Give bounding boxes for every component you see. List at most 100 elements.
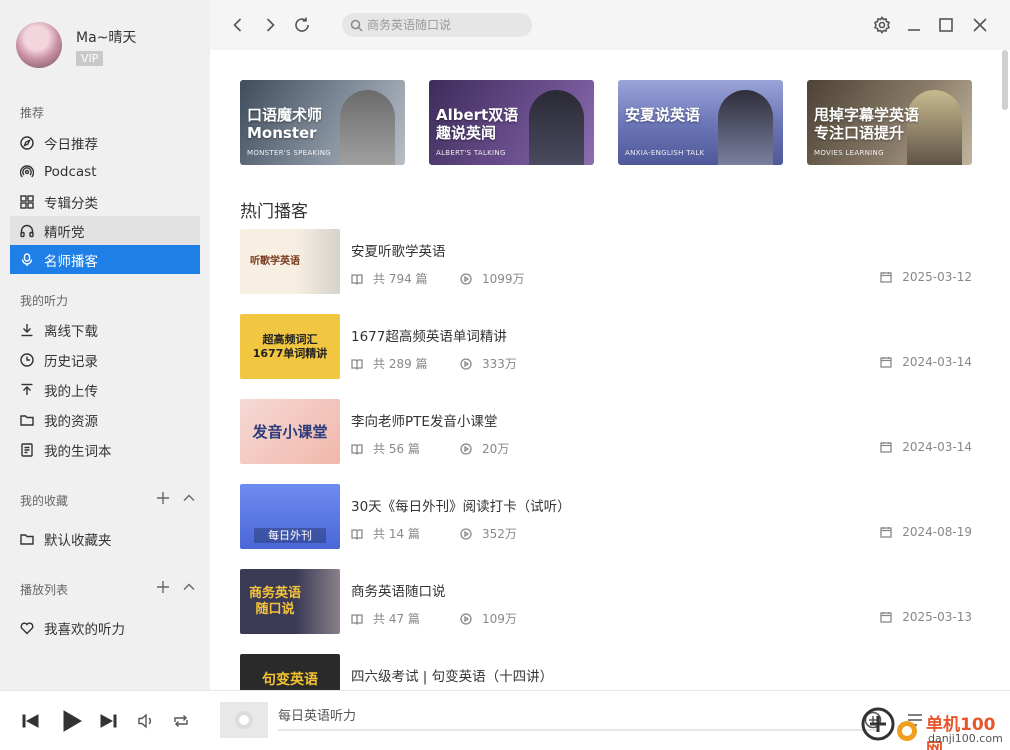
notebook-icon [20, 442, 34, 457]
play-circle-icon [460, 357, 472, 370]
sidebar-item-teachers[interactable]: 名师播客 [10, 245, 200, 274]
sidebar-item-downloads[interactable]: 离线下载 [10, 315, 200, 344]
previous-button[interactable] [22, 713, 40, 729]
update-date: 2024-08-19 [880, 525, 972, 539]
add-icon[interactable] [156, 491, 170, 509]
watermark-url: danji100.com [928, 732, 1003, 745]
next-button[interactable] [99, 713, 117, 729]
podcast-item[interactable]: 超高频词汇 1677单词精讲 1677超高频英语单词精讲 共 289 篇 333… [240, 314, 972, 379]
repeat-button[interactable] [172, 713, 190, 729]
update-date: 2024-03-14 [880, 440, 972, 454]
sidebar-item-vocab[interactable]: 我的生词本 [10, 435, 200, 464]
episode-count: 共 47 篇 [351, 610, 420, 627]
username: Ma~晴天 [76, 30, 137, 46]
banner-card[interactable]: 甩掉字幕学英语 专注口语提升 MOVIES LEARNING [807, 80, 972, 165]
sidebar-item-liked[interactable]: 我喜欢的听力 [10, 613, 200, 642]
sidebar-item-default-favorites[interactable]: 默认收藏夹 [10, 524, 200, 553]
podcast-item[interactable]: 每日外刊 30天《每日外刊》阅读打卡（试听） 共 14 篇 352万 2024-… [240, 484, 972, 549]
sidebar: Ma~晴天 VIP 推荐 今日推荐 Podcast 专辑分类 精听党 名师播客 … [0, 0, 210, 690]
sidebar-item-podcast[interactable]: Podcast [10, 157, 200, 186]
podcast-item[interactable]: 句变英语 四六级考试 | 句变英语（十四讲） [240, 654, 972, 690]
sidebar-item-resources[interactable]: 我的资源 [10, 405, 200, 434]
banner-card[interactable]: Albert双语 趣说英闻 ALBERT'S TALKING [429, 80, 594, 165]
chevron-left-icon [233, 18, 242, 32]
episode-count: 共 289 篇 [351, 355, 428, 372]
play-button[interactable] [62, 710, 82, 732]
episode-count: 共 56 篇 [351, 440, 420, 457]
search-icon [350, 19, 363, 32]
progress-bar[interactable] [278, 729, 878, 731]
close-button[interactable] [970, 15, 990, 35]
search-box[interactable] [342, 13, 532, 37]
top-bar [210, 0, 1010, 50]
track-title: 每日英语听力 [278, 709, 357, 724]
heart-icon [20, 621, 34, 635]
banner-subtitle: MONSTER'S SPEAKING [247, 149, 331, 157]
minimize-button[interactable] [904, 15, 924, 35]
section-title-playlist: 播放列表 [20, 583, 69, 597]
repeat-icon [174, 715, 188, 727]
podcast-thumbnail: 句变英语 [240, 654, 340, 690]
track-cover[interactable] [220, 702, 268, 738]
banner-image [340, 90, 395, 165]
section-title-favorites: 我的收藏 [20, 494, 69, 508]
user-profile[interactable]: Ma~晴天 VIP [16, 22, 136, 68]
banner-title: Albert双语 趣说英闻 [436, 106, 519, 142]
calendar-icon [880, 527, 892, 538]
refresh-button[interactable] [292, 15, 312, 35]
download-icon [20, 323, 34, 337]
sidebar-item-label: 我的上传 [44, 383, 98, 400]
microphone-icon [20, 252, 34, 267]
sidebar-item-label: 今日推荐 [44, 136, 98, 153]
sidebar-item-label: 离线下载 [44, 323, 98, 340]
sidebar-item-today[interactable]: 今日推荐 [10, 128, 200, 157]
search-input[interactable] [367, 18, 527, 32]
volume-button[interactable] [137, 713, 155, 729]
banner-subtitle: ANXIA-ENGLISH TALK [625, 149, 705, 157]
player-bar: 每日英语听力 [0, 690, 1010, 750]
watermark-logo-icon [861, 707, 917, 741]
chevron-up-icon[interactable] [182, 491, 196, 509]
book-icon [351, 358, 363, 370]
update-date: 2024-03-14 [880, 355, 972, 369]
main-content: 口语魔术师 Monster MONSTER'S SPEAKING Albert双… [210, 50, 1010, 690]
folder-icon [20, 413, 34, 427]
avatar[interactable] [16, 22, 62, 68]
gear-icon [873, 16, 891, 34]
back-button[interactable] [228, 15, 248, 35]
podcast-title: 商务英语随口说 [351, 584, 446, 600]
play-count: 352万 [460, 525, 517, 542]
play-circle-icon [460, 612, 472, 625]
clock-icon [20, 352, 34, 367]
sidebar-item-albums[interactable]: 专辑分类 [10, 187, 200, 216]
play-icon [63, 710, 82, 732]
maximize-button[interactable] [936, 15, 956, 35]
forward-button[interactable] [260, 15, 280, 35]
section-title-mine: 我的听力 [20, 294, 69, 308]
podcast-item[interactable]: 听歌学英语 安夏听歌学英语 共 794 篇 1099万 2025-03-12 [240, 229, 972, 294]
settings-button[interactable] [872, 15, 892, 35]
sidebar-item-uploads[interactable]: 我的上传 [10, 375, 200, 404]
podcast-icon [20, 164, 34, 179]
banner-card[interactable]: 口语魔术师 Monster MONSTER'S SPEAKING [240, 80, 405, 165]
episode-count: 共 794 篇 [351, 270, 428, 287]
scrollbar[interactable] [1002, 50, 1008, 110]
banner-title: 甩掉字幕学英语 专注口语提升 [814, 106, 920, 142]
book-icon [351, 528, 363, 540]
sidebar-item-intensive[interactable]: 精听党 [10, 216, 200, 245]
add-icon[interactable] [156, 580, 170, 598]
calendar-icon [880, 357, 892, 368]
podcast-title: 安夏听歌学英语 [351, 244, 446, 260]
podcast-item[interactable]: 商务英语 随口说 商务英语随口说 共 47 篇 109万 2025-03-13 [240, 569, 972, 634]
chevron-up-icon[interactable] [182, 580, 196, 598]
skip-previous-icon [22, 714, 39, 728]
podcast-item[interactable]: 发音小课堂 李向老师PTE发音小课堂 共 56 篇 20万 2024-03-14 [240, 399, 972, 464]
section-title-recommend: 推荐 [20, 106, 45, 120]
podcast-thumbnail: 商务英语 随口说 [240, 569, 340, 634]
sidebar-item-history[interactable]: 历史记录 [10, 345, 200, 374]
banner-card[interactable]: 安夏说英语 ANXIA-ENGLISH TALK [618, 80, 783, 165]
sidebar-item-label: 我的生词本 [44, 443, 112, 460]
play-circle-icon [460, 442, 472, 455]
book-icon [351, 273, 363, 285]
upload-icon [20, 383, 34, 397]
